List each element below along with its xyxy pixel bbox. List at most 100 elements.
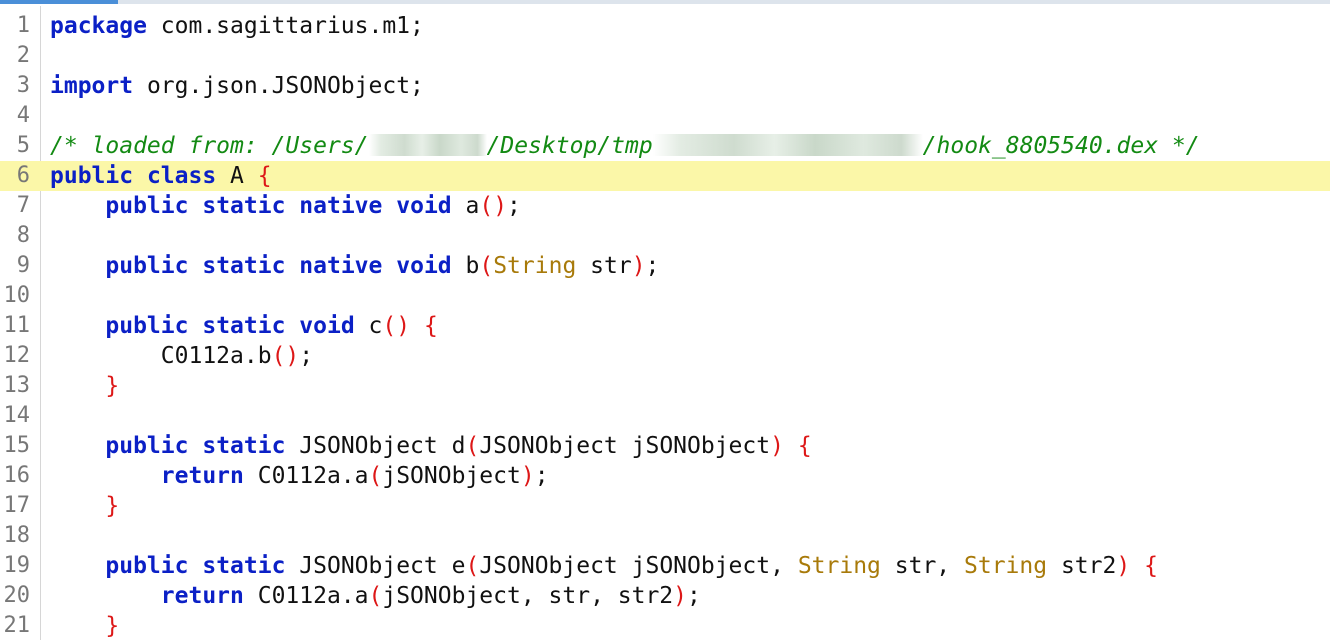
line-number: 4 (16, 103, 30, 128)
code-line[interactable]: 2 (0, 41, 1330, 71)
code-line[interactable]: 14 (0, 401, 1330, 431)
line-number: 6 (16, 163, 30, 188)
line-number: 12 (3, 343, 31, 368)
code-line[interactable]: 18 (0, 521, 1330, 551)
keyword-token: return (160, 463, 244, 489)
code-text: import org.json.JSONObject; (50, 71, 424, 101)
code-line-current[interactable]: 6 public class A { (0, 161, 1330, 191)
plain-token: JSONObject jSONObject (479, 433, 771, 459)
active-tab-indicator[interactable] (0, 0, 118, 4)
line-number: 1 (16, 13, 30, 38)
paren-token: ( (465, 433, 480, 459)
comment-token: /* loaded from: /Users/ (50, 133, 369, 159)
code-text: } (50, 371, 119, 401)
type-token: String (797, 553, 881, 579)
keyword-token: static (202, 193, 286, 219)
paren-token: } (105, 373, 120, 399)
code-text: public class A { (50, 161, 272, 191)
code-line[interactable]: 9 public static native void b(String str… (0, 251, 1330, 281)
code-line[interactable]: 16 return C0112a.a(jSONObject); (0, 461, 1330, 491)
keyword-token: return (160, 583, 244, 609)
paren-token: ) (631, 253, 646, 279)
editor-tab-bar (0, 0, 1330, 4)
plain-token: ; (299, 343, 314, 369)
plain-token: ; (534, 463, 549, 489)
plain-token: str (576, 253, 632, 279)
paren-token: ) (520, 463, 535, 489)
paren-token: () (382, 313, 411, 339)
line-number: 8 (16, 223, 30, 248)
code-line[interactable]: 7 public static native void a(); (0, 191, 1330, 221)
code-line[interactable]: 13 } (0, 371, 1330, 401)
redacted-path-segment (652, 133, 923, 156)
paren-token: ( (479, 253, 494, 279)
code-line[interactable]: 8 (0, 221, 1330, 251)
code-line[interactable]: 15 public static JSONObject d(JSONObject… (0, 431, 1330, 461)
code-text: public static native void a(); (50, 191, 521, 221)
plain-token: c (354, 313, 383, 339)
code-line[interactable]: 19 public static JSONObject e(JSONObject… (0, 551, 1330, 581)
keyword-token: native (299, 253, 383, 279)
keyword-token: static (202, 253, 286, 279)
line-number: 21 (3, 613, 31, 638)
paren-token: } (105, 493, 120, 519)
line-number: 17 (3, 493, 31, 518)
code-line[interactable]: 21 } (0, 611, 1330, 640)
keyword-token: static (202, 553, 286, 579)
plain-token: b (451, 253, 480, 279)
keyword-token: class (146, 163, 217, 189)
code-text: public static JSONObject d(JSONObject jS… (50, 431, 812, 461)
paren-token: ) (1116, 553, 1131, 579)
plain-token: com.sagittarius.m1; (146, 13, 424, 39)
plain-token: ; (687, 583, 701, 609)
keyword-token: static (202, 433, 286, 459)
code-text: } (50, 491, 119, 521)
line-number: 13 (3, 373, 31, 398)
paren-token: { (257, 163, 272, 189)
code-line[interactable]: 10 (0, 281, 1330, 311)
code-text: C0112a.b(); (50, 341, 313, 371)
code-line[interactable]: 5 /* loaded from: /Users/ /Desktop/tmp/hoo… (0, 131, 1330, 161)
line-number: 10 (3, 283, 31, 308)
code-editor[interactable]: 1 package com.sagittarius.m1; 2 3 import org… (0, 0, 1330, 640)
plain-token: ; (645, 253, 660, 279)
code-line[interactable]: 4 (0, 101, 1330, 131)
code-line[interactable]: 1 package com.sagittarius.m1; (0, 11, 1330, 41)
paren-token: { (797, 433, 812, 459)
code-line[interactable]: 11 public static void c() { (0, 311, 1330, 341)
keyword-token: public (50, 163, 134, 189)
code-line[interactable]: 12 C0112a.b(); (0, 341, 1330, 371)
code-text: package com.sagittarius.m1; (50, 11, 424, 41)
plain-token: org.json.JSONObject; (133, 73, 424, 99)
paren-token: () (479, 193, 508, 219)
keyword-token: void (299, 313, 355, 339)
code-line[interactable]: 17 } (0, 491, 1330, 521)
code-line[interactable]: 20 return C0112a.a(jSONObject, str, str2… (0, 581, 1330, 611)
keyword-token: void (396, 253, 452, 279)
plain-token: jSONObject (382, 463, 521, 489)
plain-token: jSONObject, str, str2 (382, 583, 674, 609)
plain-token: C0112a.b (160, 343, 272, 369)
code-text: } (50, 611, 119, 640)
code-text: /* loaded from: /Users/ /Desktop/tmp/hook… (50, 131, 1200, 161)
code-line[interactable]: 3 import org.json.JSONObject; (0, 71, 1330, 101)
paren-token: ( (368, 463, 383, 489)
line-number: 20 (3, 583, 31, 608)
keyword-token: public (105, 553, 189, 579)
line-number: 16 (3, 463, 31, 488)
